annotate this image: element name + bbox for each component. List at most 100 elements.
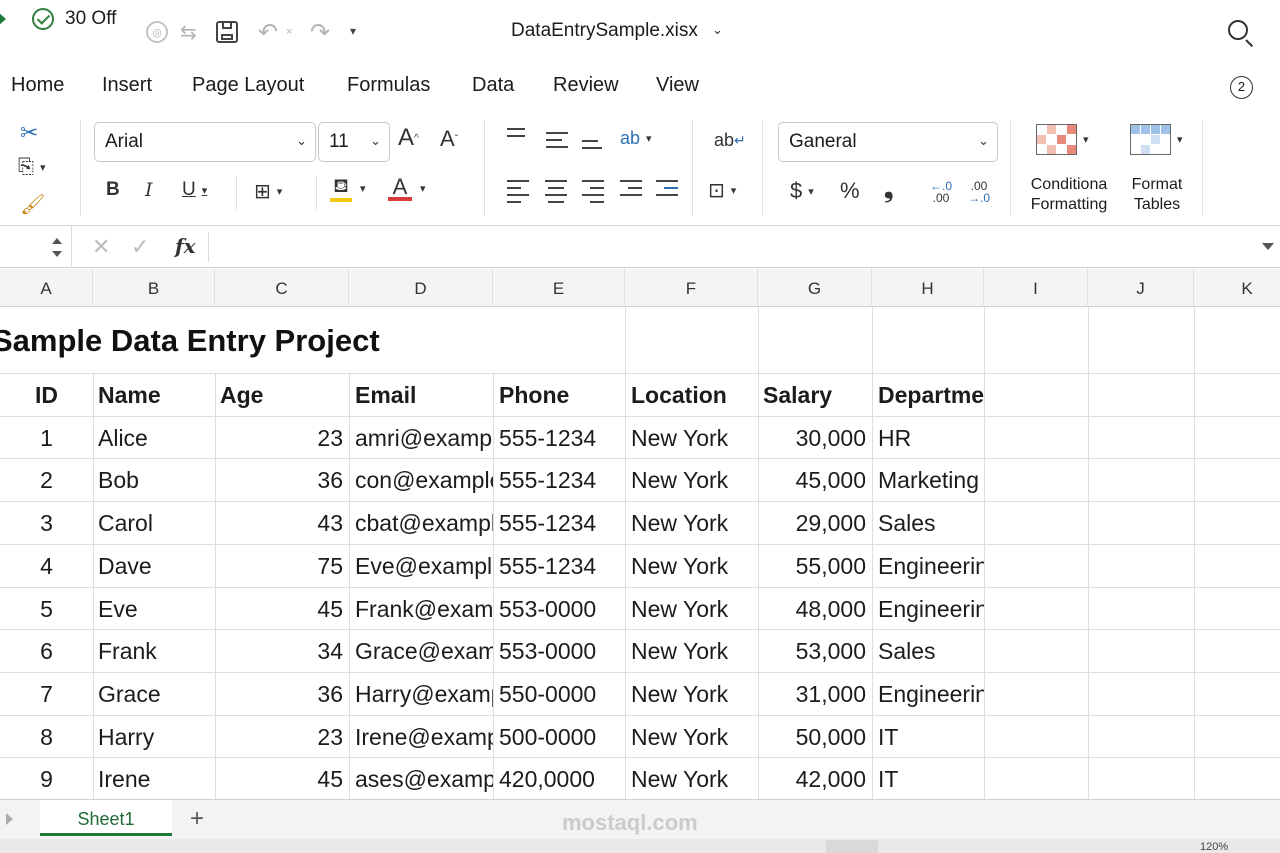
cell-id[interactable]: 6 [0,629,93,671]
name-box[interactable] [0,226,72,268]
cell-department[interactable]: Marketing [872,458,984,500]
cell-department[interactable]: Engineering [872,672,984,714]
column-header[interactable]: D [349,269,493,307]
cell-salary[interactable]: 55,000 [758,544,872,586]
column-header[interactable]: I [984,269,1088,307]
cell-phone[interactable]: 555-1234 [493,416,625,458]
cell-email[interactable]: cbat@example.com [349,501,493,543]
tab-insert[interactable]: Insert [102,74,152,97]
format-tables-label[interactable]: Format Tables [1116,175,1198,215]
cell-id[interactable]: 4 [0,544,93,586]
worksheet-grid[interactable]: Sample Data Entry Project ID Name Age Email… [0,307,1280,799]
tab-page-layout[interactable]: Page Layout [192,74,304,97]
cell-phone[interactable]: 420,0000 [493,757,625,799]
insert-function-icon[interactable]: fx [175,234,196,258]
font-color-icon[interactable]: A [388,174,412,201]
sheet-tab-sheet1[interactable]: Sheet1 [40,800,172,836]
percent-button[interactable]: % [840,178,860,204]
cell-phone[interactable]: 555-1234 [493,501,625,543]
align-bottom-icon[interactable] [582,140,604,154]
cell-age[interactable]: 34 [215,629,349,671]
cell-location[interactable]: New York [625,672,758,714]
cell-department[interactable]: Sales [872,501,984,543]
cell-name[interactable]: Irene [93,757,215,799]
font-size-select[interactable]: 11 ⌄ [318,122,390,162]
decrease-decimal-icon[interactable]: .00 →.0 [968,180,990,204]
cell-phone[interactable]: 555-1234 [493,544,625,586]
cell-salary[interactable]: 31,000 [758,672,872,714]
cell-department[interactable]: IT [872,757,984,799]
add-sheet-icon[interactable]: + [190,805,204,833]
header-cell-salary[interactable]: Salary [758,373,872,415]
format-as-table-icon[interactable]: ▾ [1130,124,1183,155]
cell-name[interactable]: Dave [93,544,215,586]
font-name-select[interactable]: Arial ⌄ [94,122,316,162]
cell-age[interactable]: 36 [215,458,349,500]
italic-button[interactable]: I [145,179,153,201]
search-icon[interactable] [1228,20,1248,40]
cell-department[interactable]: Engineering [872,544,984,586]
column-header[interactable]: J [1088,269,1194,307]
conditional-formatting-icon[interactable]: ▾ [1036,124,1089,155]
cell-age[interactable]: 43 [215,501,349,543]
cell-name[interactable]: Bob [93,458,215,500]
fill-color-dropdown-icon[interactable]: ▾ [360,182,366,195]
cell-email[interactable]: Eve@example.com [349,544,493,586]
undo-dropdown-icon[interactable]: × [286,26,292,38]
cut-icon[interactable]: ✂ [20,120,38,146]
decrease-font-size-icon[interactable]: Aˇ [440,126,458,152]
page-layout-view-icon[interactable] [884,840,924,853]
cell-name[interactable]: Carol [93,501,215,543]
cell-location[interactable]: New York [625,757,758,799]
chevron-down-icon[interactable] [52,251,62,257]
header-cell-department[interactable]: Department [872,373,984,415]
comma-style-button[interactable]: ❟ [884,176,893,204]
cell-salary[interactable]: 53,000 [758,629,872,671]
cell-phone[interactable]: 500-0000 [493,715,625,757]
document-title[interactable]: DataEntrySample.xisx [511,20,698,42]
column-header[interactable]: F [625,269,758,307]
cell-location[interactable]: New York [625,501,758,543]
help-badge-icon[interactable]: 2 [1230,76,1253,99]
cell-location[interactable]: New York [625,544,758,586]
cell-location[interactable]: New York [625,715,758,757]
cell-phone[interactable]: 553-0000 [493,587,625,629]
cell-name[interactable]: Eve [93,587,215,629]
cell-email[interactable]: amri@example.com [349,416,493,458]
increase-decimal-icon[interactable]: ←.0.00 [930,180,952,204]
borders-icon[interactable]: ⊞ ▾ [254,179,282,204]
page-break-view-icon[interactable] [940,840,980,853]
cell-id[interactable]: 5 [0,587,93,629]
cell-department[interactable]: Engineering [872,587,984,629]
bold-button[interactable]: B [106,179,120,201]
cell-location[interactable]: New York [625,416,758,458]
underline-button[interactable]: U ▾ [182,179,207,201]
cell-salary[interactable]: 29,000 [758,501,872,543]
align-center-icon[interactable] [545,180,567,208]
wrap-text-icon[interactable]: ab ↵ [714,130,746,151]
expand-formula-bar-icon[interactable] [1262,243,1274,250]
sync-icon[interactable]: ⇆ [180,20,197,45]
align-left-icon[interactable] [507,180,529,208]
cell-location[interactable]: New York [625,629,758,671]
header-cell-name[interactable]: Name [93,373,215,415]
column-header[interactable]: B [93,269,215,307]
align-middle-icon[interactable] [546,132,568,153]
header-cell-email[interactable]: Email [349,373,493,415]
column-header[interactable]: C [215,269,349,307]
cell-name[interactable]: Alice [93,416,215,458]
cell-salary[interactable]: 45,000 [758,458,872,500]
cancel-icon[interactable]: ✕ [92,234,110,260]
cell-id[interactable]: 9 [0,757,93,799]
orientation-icon[interactable]: ab ▾ [620,128,652,149]
cell-phone[interactable]: 553-0000 [493,629,625,671]
column-header[interactable]: G [758,269,872,307]
cell-email[interactable]: Harry@example.com [349,672,493,714]
column-header[interactable]: H [872,269,984,307]
tab-data[interactable]: Data [472,74,514,97]
cell-age[interactable]: 23 [215,416,349,458]
cell-email[interactable]: ases@example.com [349,757,493,799]
undo-icon[interactable]: ↶ [258,18,278,47]
cell-id[interactable]: 3 [0,501,93,543]
tab-view[interactable]: View [656,74,699,97]
